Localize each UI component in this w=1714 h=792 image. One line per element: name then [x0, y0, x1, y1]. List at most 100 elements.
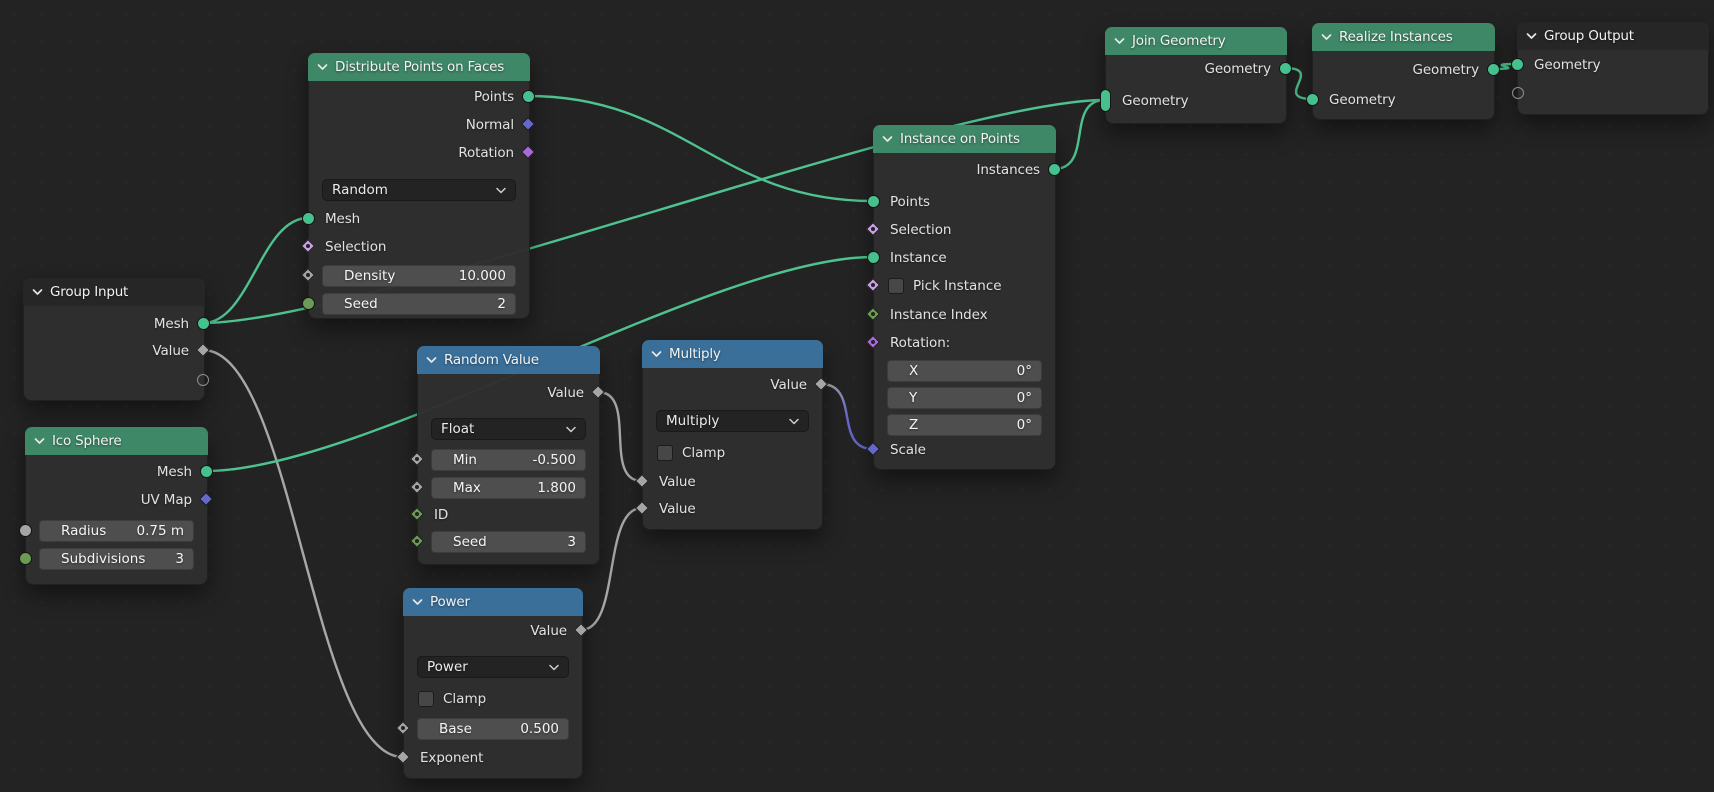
collapse-chevron-icon[interactable] [412, 598, 423, 606]
output-row-points: Points [309, 86, 529, 108]
socket-dot [415, 457, 419, 461]
socket-ico_sphere-mesh[interactable] [200, 465, 213, 478]
dropdown-op[interactable]: Power [417, 656, 569, 678]
node-join_geometry[interactable]: Join GeometryGeometryGeometry [1105, 27, 1287, 124]
socket-realize_instances-geometry_out[interactable] [1487, 63, 1500, 76]
node-header[interactable]: Random Value [417, 346, 600, 374]
slider-label: X [909, 363, 918, 379]
collapse-chevron-icon[interactable] [317, 63, 328, 71]
slider-value: 10.000 [459, 268, 506, 284]
slider-seed[interactable]: Seed3 [431, 531, 586, 553]
slider-seed[interactable]: Seed2 [322, 293, 516, 315]
socket-label: Selection [890, 222, 951, 238]
socket-ico_sphere-subdivisions[interactable] [19, 552, 32, 565]
collapse-chevron-icon[interactable] [32, 288, 43, 296]
link-group_input.value-to-power.exponent [203, 350, 403, 757]
slider-density[interactable]: Density 10.000 [322, 265, 516, 287]
node-multiply[interactable]: MultiplyValueMultiplyClampValueValue [642, 340, 823, 530]
node-header[interactable]: Distribute Points on Faces [308, 53, 530, 81]
socket-label: Normal [466, 117, 514, 133]
output-row-normal: Normal [309, 114, 529, 136]
socket-ico_sphere-radius[interactable] [19, 524, 32, 537]
slider-value: 3 [567, 534, 576, 550]
collapse-chevron-icon[interactable] [1114, 37, 1125, 45]
checkbox-label: Pick Instance [913, 278, 1002, 294]
node-header[interactable]: Multiply [642, 340, 823, 368]
socket-group_output-virtual_in[interactable] [1512, 87, 1524, 99]
node-dpof[interactable]: Distribute Points on FacesPointsNormalRo… [308, 53, 530, 319]
socket-group_input-mesh[interactable] [197, 317, 210, 330]
collapse-chevron-icon[interactable] [1321, 33, 1332, 41]
node-header[interactable]: Group Input [23, 278, 205, 306]
socket-realize_instances-geometry_in[interactable] [1306, 93, 1319, 106]
node-realize_instances[interactable]: Realize InstancesGeometryGeometry [1312, 23, 1495, 120]
node-title: Ico Sphere [52, 433, 122, 449]
collapse-chevron-icon[interactable] [34, 437, 45, 445]
node-group_output[interactable]: Group OutputGeometry [1517, 22, 1709, 115]
collapse-chevron-icon[interactable] [426, 356, 437, 364]
node-header[interactable]: Group Output [1517, 22, 1709, 50]
socket-iop-instances[interactable] [1048, 163, 1061, 176]
slider-min[interactable]: Min-0.500 [431, 449, 586, 471]
node-header[interactable]: Instance on Points [873, 125, 1056, 153]
input-row-value2: Value [643, 498, 822, 520]
dropdown-method[interactable]: Random [322, 179, 516, 201]
socket-label: Value [659, 474, 696, 490]
socket-dpof-mesh[interactable] [302, 212, 315, 225]
chevron-down-icon [496, 187, 506, 194]
node-header[interactable]: Realize Instances [1312, 23, 1495, 51]
slider-rot_x[interactable]: X 0° [887, 360, 1042, 382]
dropdown-type[interactable]: Float [431, 418, 586, 440]
node-power[interactable]: PowerValuePowerClampBase0.500Exponent [403, 588, 583, 779]
checkbox-row-pick_instance: Pick Instance [888, 275, 1002, 297]
socket-join_geometry-geometry_in[interactable] [1100, 89, 1111, 112]
node-header[interactable]: Power [403, 588, 583, 616]
checkbox-label: Clamp [443, 691, 486, 707]
slider-rot_z[interactable]: Z0° [887, 414, 1042, 436]
collapse-chevron-icon[interactable] [1526, 32, 1537, 40]
output-row-value: Value [418, 382, 599, 404]
socket-dpof-points[interactable] [522, 90, 535, 103]
node-random_value[interactable]: Random ValueValueFloatMin-0.500Max1.800I… [417, 346, 600, 565]
socket-iop-points[interactable] [867, 195, 880, 208]
checkbox-clamp[interactable] [418, 691, 434, 707]
input-row-geometry_in: Geometry [1106, 90, 1286, 112]
slider-subdivisions[interactable]: Subdivisions3 [39, 548, 194, 570]
node-group_input[interactable]: Group Input Mesh Value [23, 278, 205, 401]
slider-base[interactable]: Base0.500 [417, 718, 569, 740]
link-iop.instances-to-join_geometry.geometry_in [1054, 100, 1105, 169]
socket-dpof-seed[interactable] [302, 297, 315, 310]
slider-radius[interactable]: Radius0.75 m [39, 520, 194, 542]
dropdown-op[interactable]: Multiply [656, 410, 809, 432]
slider-max[interactable]: Max1.800 [431, 477, 586, 499]
checkbox-row-clamp: Clamp [657, 442, 725, 464]
node-header[interactable]: Join Geometry [1105, 27, 1287, 55]
slider-label: Base [439, 721, 472, 737]
node-editor-canvas[interactable]: Group Input Mesh Value Ico Sphere Mesh UV Map… [0, 0, 1714, 792]
socket-label: Instances [976, 162, 1040, 178]
dropdown-value: Random [332, 182, 388, 198]
collapse-chevron-icon[interactable] [651, 350, 662, 358]
slider-label: Max [453, 480, 481, 496]
chevron-down-icon [566, 426, 576, 433]
socket-label: Mesh [154, 316, 189, 332]
socket-join_geometry-geometry_out[interactable] [1279, 62, 1292, 75]
node-header[interactable]: Ico Sphere [25, 427, 208, 455]
socket-group_input-virtual_out[interactable] [197, 374, 209, 386]
slider-rot_y[interactable]: Y0° [887, 387, 1042, 409]
slider-label: Y [909, 390, 917, 406]
node-ico_sphere[interactable]: Ico SphereMeshUV MapRadius0.75 mSubdivis… [25, 427, 208, 585]
socket-iop-instance[interactable] [867, 251, 880, 264]
socket-group_output-geometry[interactable] [1511, 58, 1524, 71]
checkbox-pick_instance[interactable] [888, 278, 904, 294]
checkbox-clamp[interactable] [657, 445, 673, 461]
slider-label: Density [344, 268, 395, 284]
collapse-chevron-icon[interactable] [882, 135, 893, 143]
slider-value: 2 [497, 296, 506, 312]
socket-label: Instance [890, 250, 947, 266]
output-row-value: Value [24, 340, 204, 362]
slider-value: 0° [1017, 363, 1032, 379]
socket-label: Value [530, 623, 567, 639]
socket-label: UV Map [141, 492, 192, 508]
node-iop[interactable]: Instance on PointsInstancesPointsSelecti… [873, 125, 1056, 470]
